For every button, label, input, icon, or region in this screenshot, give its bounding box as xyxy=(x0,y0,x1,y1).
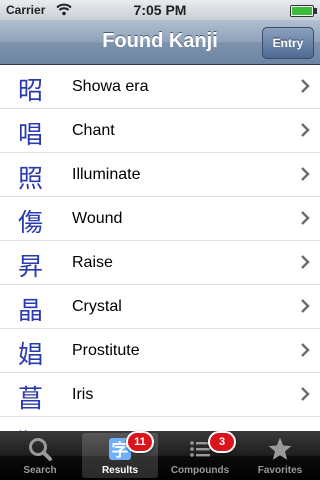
tab-label: Results xyxy=(101,465,139,476)
list-item[interactable]: 傷 Wound xyxy=(0,197,320,241)
kanji-meaning: Raise xyxy=(72,254,113,271)
list-item[interactable]: 猩 xyxy=(0,417,320,431)
results-badge: 11 xyxy=(126,431,154,453)
chevron-right-icon xyxy=(301,79,310,93)
clock: 7:05 PM xyxy=(133,2,187,18)
chevron-right-icon xyxy=(301,343,310,357)
kanji-character: 昇 xyxy=(18,252,44,281)
kanji-list[interactable]: 昭 Showa era 唱 Chant 照 Illuminate 傷 Wound… xyxy=(0,65,320,431)
kanji-meaning: Illuminate xyxy=(72,166,141,183)
chevron-right-icon xyxy=(301,299,310,313)
tab-favorites[interactable]: Favorites xyxy=(242,433,318,478)
star-icon xyxy=(268,437,292,460)
kanji-meaning: Chant xyxy=(72,122,115,139)
kanji-character: 照 xyxy=(18,164,44,193)
tab-label: Favorites xyxy=(257,465,303,476)
kanji-meaning: Prostitute xyxy=(72,342,140,359)
kanji-character: 傷 xyxy=(18,208,44,237)
chevron-right-icon xyxy=(301,387,310,401)
kanji-meaning: Wound xyxy=(72,210,123,227)
chevron-right-icon xyxy=(301,123,310,137)
compounds-badge: 3 xyxy=(208,431,236,453)
tab-search[interactable]: Search xyxy=(2,433,78,478)
chevron-right-icon xyxy=(301,255,310,269)
list-item[interactable]: 唱 Chant xyxy=(0,109,320,153)
tab-compounds[interactable]: 3 Compounds xyxy=(162,431,238,478)
list-item[interactable]: 菖 Iris xyxy=(0,373,320,417)
kanji-character: 菖 xyxy=(18,384,44,413)
list-item[interactable]: 昇 Raise xyxy=(0,241,320,285)
kanji-meaning: Crystal xyxy=(72,298,122,315)
kanji-meaning: Showa era xyxy=(72,78,149,95)
tab-label: Compounds xyxy=(170,465,230,476)
status-bar: Carrier 7:05 PM xyxy=(0,0,320,20)
tab-bar: Search 字 11 Results 3 Compounds Favorite… xyxy=(0,431,320,480)
tab-label: Search xyxy=(23,465,57,476)
kanji-character: 娼 xyxy=(18,340,44,369)
navigation-bar: Found Kanji Entry xyxy=(0,20,320,65)
chevron-right-icon xyxy=(301,211,310,225)
list-item[interactable]: 照 Illuminate xyxy=(0,153,320,197)
battery-icon xyxy=(290,5,317,17)
tab-results[interactable]: 字 11 Results xyxy=(82,431,158,478)
kanji-character: 晶 xyxy=(18,296,44,325)
magnifier-icon xyxy=(29,438,52,461)
kanji-meaning: Iris xyxy=(72,386,94,403)
kanji-character: 昭 xyxy=(18,76,44,105)
chevron-right-icon xyxy=(301,167,310,181)
list-item[interactable]: 昭 Showa era xyxy=(0,65,320,109)
kanji-character: 唱 xyxy=(18,120,44,149)
list-item[interactable]: 娼 Prostitute xyxy=(0,329,320,373)
list-item[interactable]: 晶 Crystal xyxy=(0,285,320,329)
kanji-character: 猩 xyxy=(18,423,43,431)
entry-button[interactable]: Entry xyxy=(262,27,314,59)
